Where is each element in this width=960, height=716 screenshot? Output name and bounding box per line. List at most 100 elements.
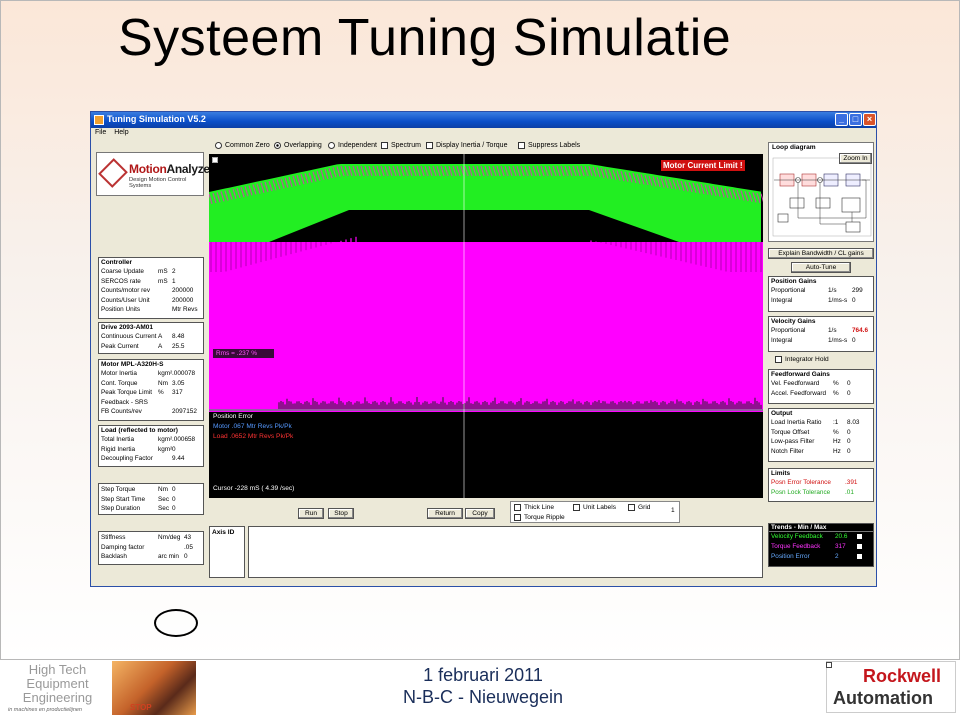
param-row[interactable]: Counts/User Unit 200000 bbox=[99, 296, 203, 306]
velocity-plateau-edge bbox=[359, 206, 589, 210]
scope-trace-plot bbox=[209, 154, 763, 498]
checkbox-label: Display Inertia / Torque bbox=[436, 142, 508, 149]
param-row[interactable]: Damping factor .05 bbox=[99, 543, 203, 553]
param-row[interactable]: Integral 1/ms-s 0 bbox=[769, 296, 873, 306]
axis-id-box[interactable]: Axis ID bbox=[209, 526, 245, 578]
return-button[interactable]: Return bbox=[427, 508, 463, 519]
param-row[interactable]: Stiffness Nm/deg 43 bbox=[99, 533, 203, 543]
radio-independent[interactable]: Independent bbox=[328, 142, 377, 149]
param-row[interactable]: SERCOS rate mS 1 bbox=[99, 277, 203, 287]
param-row[interactable]: Cont. Torque Nm 3.05 bbox=[99, 379, 203, 389]
param-row[interactable]: Load Inertia Ratio:1 8.03 bbox=[769, 418, 873, 428]
mechanics-panel: Stiffness Nm/deg 43 Damping factor .05 Back… bbox=[98, 531, 204, 565]
trend-checkbox[interactable] bbox=[857, 553, 862, 559]
logo-mark-icon bbox=[98, 158, 128, 188]
checkbox-display-inertia-torque[interactable]: Display Inertia / Torque bbox=[426, 142, 507, 149]
step-panel: Step Torque Nm 0 Step Start Time Sec 0 Step … bbox=[98, 483, 204, 515]
param-row[interactable]: Peak Torque Limit% 317 bbox=[99, 388, 203, 398]
param-row[interactable]: Decoupling Factor 9.44 bbox=[99, 454, 203, 464]
app-icon bbox=[94, 115, 104, 125]
notes-text-area[interactable] bbox=[248, 526, 763, 578]
param-row[interactable]: Position Units Mtr Revs bbox=[99, 305, 203, 315]
controller-header: Controller bbox=[101, 259, 133, 266]
maximize-button[interactable]: □ bbox=[849, 113, 862, 126]
checkbox-thick-line[interactable]: Thick Line bbox=[514, 504, 554, 511]
checkbox-torque-ripple[interactable]: Torque Ripple bbox=[514, 514, 565, 521]
motor-current-limit-warning: Motor Current Limit ! bbox=[661, 160, 745, 171]
param-row[interactable]: Proportional 1/s 764.6 bbox=[769, 326, 873, 336]
radio-overlapping[interactable]: Overlapping bbox=[274, 142, 322, 149]
menu-bar: File Help bbox=[91, 128, 876, 139]
trend-row[interactable]: Torque Feedback 317 bbox=[769, 542, 873, 552]
param-row[interactable]: Step Start Time Sec 0 bbox=[99, 495, 203, 505]
explain-bandwidth-button[interactable]: Explain Bandwidth / CL gains bbox=[768, 248, 874, 259]
feedforward-gains-panel: Feedforward Gains Vel. Feedforward% 0 Acc… bbox=[768, 369, 874, 404]
output-panel: Output Load Inertia Ratio:1 8.03 Torque O… bbox=[768, 408, 874, 462]
rockwell-automation-logo: Rockwell Automation bbox=[826, 661, 956, 713]
param-row[interactable]: Posn Lock Tolerance .01 bbox=[769, 488, 873, 498]
param-row[interactable]: Step Duration Sec 0 bbox=[99, 504, 203, 514]
trend-checkbox[interactable] bbox=[857, 534, 862, 539]
zoom-in-button[interactable]: Zoom In bbox=[839, 153, 872, 164]
param-row[interactable]: Backlash arc min 0 bbox=[99, 552, 203, 562]
param-row[interactable]: Integral 1/ms-s 0 bbox=[769, 336, 873, 346]
param-row[interactable]: Counts/motor rev 200000 bbox=[99, 286, 203, 296]
load-panel: Load (reflected to motor) Total Inertia k… bbox=[98, 425, 204, 467]
checkbox-indicator bbox=[518, 142, 525, 149]
param-row[interactable]: Torque Offset% 0 bbox=[769, 428, 873, 438]
checkbox-unit-labels[interactable]: Unit Labels bbox=[573, 504, 616, 511]
radio-label: Common Zero bbox=[225, 142, 270, 149]
param-row[interactable]: Notch Filter Hz 0 bbox=[769, 447, 873, 457]
trend-checkbox[interactable] bbox=[857, 543, 862, 549]
rockwell-logo-line1: Rockwell bbox=[863, 666, 942, 686]
param-row[interactable]: Low-pass Filter Hz 0 bbox=[769, 437, 873, 447]
output-header: Output bbox=[771, 410, 793, 417]
menu-file[interactable]: File bbox=[95, 129, 106, 136]
param-row[interactable]: Rigid Inertia kgm² 0 bbox=[99, 445, 203, 455]
param-row[interactable]: Motor Inertia kgm² .000078 bbox=[99, 369, 203, 379]
auto-tune-button[interactable]: Auto-Tune bbox=[791, 262, 851, 273]
param-row[interactable]: Feedback - SRS bbox=[99, 398, 203, 408]
menu-help[interactable]: Help bbox=[114, 129, 128, 136]
param-row[interactable]: Posn Error Tolerance .391 bbox=[769, 478, 873, 488]
checkbox-integrator-hold[interactable]: Integrator Hold bbox=[775, 356, 829, 363]
trend-row[interactable]: Position Error 2 bbox=[769, 552, 873, 562]
checkbox-spectrum[interactable]: Spectrum bbox=[381, 142, 421, 149]
checkbox-suppress-labels[interactable]: Suppress Labels bbox=[518, 142, 580, 149]
param-row[interactable]: FB Counts/rev 2097152 bbox=[99, 407, 203, 417]
torque-trace-fill bbox=[209, 242, 763, 412]
param-row[interactable]: Step Torque Nm 0 bbox=[99, 485, 203, 495]
trend-row[interactable]: Velocity Feedback 20.6 bbox=[769, 532, 873, 542]
window-titlebar[interactable]: Tuning Simulation V5.2 _ □ × bbox=[91, 112, 876, 128]
param-row[interactable]: Total Inertia kgm² .000658 bbox=[99, 435, 203, 445]
copy-button[interactable]: Copy bbox=[465, 508, 495, 519]
param-row[interactable]: Proportional 1/s 299 bbox=[769, 286, 873, 296]
slide-title: Systeem Tuning Simulatie bbox=[118, 9, 732, 67]
rms-readout: Rms = .237 % bbox=[213, 349, 274, 358]
stop-button[interactable]: Stop bbox=[328, 508, 354, 519]
scope-legend-motor: Motor .067 Mtr Revs Pk/Pk bbox=[213, 423, 292, 430]
hte-logo-subtitle: in machines en productielijnen bbox=[8, 707, 82, 713]
checkbox-label: Suppress Labels bbox=[528, 142, 581, 149]
footer-info: 1 februari 2011 N-B-C - Nieuwegein bbox=[380, 664, 586, 708]
minimize-button[interactable]: _ bbox=[835, 113, 848, 126]
logo-name: MotionAnalyzer bbox=[129, 162, 215, 176]
param-row[interactable]: Accel. Feedforward% 0 bbox=[769, 389, 873, 399]
checkbox-grid[interactable]: Grid bbox=[628, 504, 650, 511]
param-row[interactable]: Continuous Current A 8.48 bbox=[99, 332, 203, 342]
slide-marker bbox=[826, 662, 832, 668]
scope-corner-checkbox[interactable] bbox=[212, 157, 218, 163]
run-button[interactable]: Run bbox=[298, 508, 324, 519]
param-row[interactable]: Peak Current A 25.5 bbox=[99, 342, 203, 352]
drive-header: Drive 2093-AM01 bbox=[101, 324, 154, 331]
param-row[interactable]: Coarse Update mS 2 bbox=[99, 267, 203, 277]
scope-display[interactable] bbox=[209, 154, 763, 498]
factory-photo bbox=[112, 661, 196, 715]
param-row[interactable]: Vel. Feedforward% 0 bbox=[769, 379, 873, 389]
close-button[interactable]: × bbox=[863, 113, 876, 126]
velocity-zigzag bbox=[760, 193, 763, 203]
radio-common-zero[interactable]: Common Zero bbox=[215, 142, 270, 149]
limits-header: Limits bbox=[771, 470, 791, 477]
annotation-oval bbox=[154, 609, 198, 637]
loop-diagram-graphic[interactable] bbox=[772, 156, 872, 238]
